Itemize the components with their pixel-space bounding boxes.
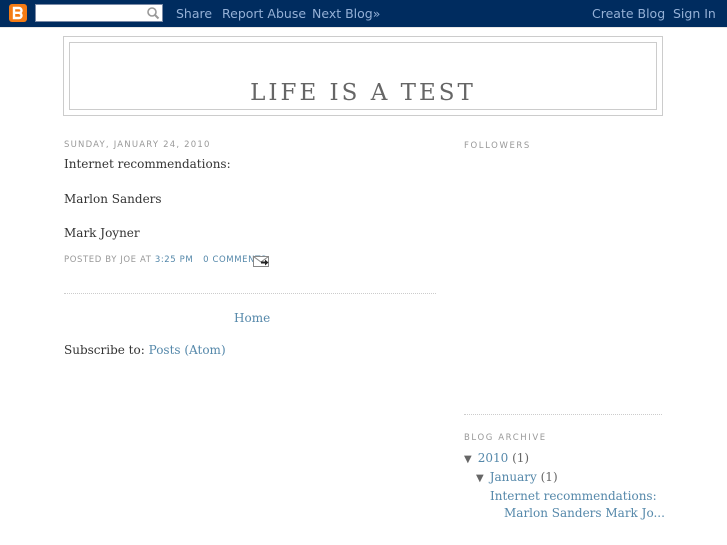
- create-blog-link[interactable]: Create Blog: [592, 6, 665, 21]
- collapse-toggle-icon[interactable]: ▼: [464, 454, 472, 465]
- blog-title[interactable]: LIFE IS A TEST: [70, 80, 656, 106]
- post-body-line: Marlon Sanders: [64, 192, 162, 206]
- email-post-icon[interactable]: [252, 254, 270, 268]
- post-author-label: Posted by Joe at: [64, 255, 152, 265]
- post-body-line: Internet recommendations:: [64, 157, 231, 171]
- archive-year-count: (1): [512, 451, 530, 465]
- subscribe-label: Subscribe to:: [64, 343, 145, 357]
- search-input[interactable]: [36, 8, 146, 25]
- blog-archive-title: Blog Archive: [464, 433, 547, 443]
- report-abuse-link[interactable]: Report Abuse: [222, 6, 306, 21]
- post-date: Sunday, January 24, 2010: [64, 140, 211, 150]
- search-icon[interactable]: [146, 6, 160, 20]
- post-body-line: Mark Joyner: [64, 226, 140, 240]
- blog-header: LIFE IS A TEST: [63, 36, 663, 116]
- archive-month-link[interactable]: January: [490, 470, 537, 484]
- archive-post-title-line2: Marlon Sanders Mark Jo...: [504, 506, 665, 520]
- next-blog-link[interactable]: Next Blog»: [312, 6, 380, 21]
- archive-post-title-line1: Internet recommendations:: [490, 489, 657, 503]
- archive-month-row: ▼ January (1): [476, 470, 558, 484]
- posts-atom-link[interactable]: Posts (Atom): [149, 343, 226, 357]
- post-separator: [64, 293, 436, 294]
- subscribe-section: Subscribe to: Posts (Atom): [64, 343, 226, 357]
- post-footer: Posted by Joe at 3:25 PM 0 Comments: [64, 255, 267, 265]
- blogger-navbar: Share Report Abuse Next Blog» Create Blo…: [0, 0, 727, 28]
- blog-header-inner: LIFE IS A TEST: [69, 42, 657, 110]
- archive-year-row: ▼ 2010 (1): [464, 451, 529, 465]
- post-timestamp-link[interactable]: 3:25 PM: [155, 255, 193, 265]
- share-link[interactable]: Share: [176, 6, 212, 21]
- sign-in-link[interactable]: Sign In: [673, 6, 716, 21]
- archive-month-count: (1): [540, 470, 558, 484]
- archive-post-link[interactable]: Internet recommendations: Marlon Sanders…: [490, 488, 665, 522]
- archive-year-link[interactable]: 2010: [478, 451, 509, 465]
- home-link[interactable]: Home: [234, 311, 270, 325]
- collapse-toggle-icon[interactable]: ▼: [476, 473, 484, 484]
- search-box: [35, 4, 163, 25]
- followers-title: Followers: [464, 141, 531, 151]
- sidebar-separator: [464, 414, 662, 415]
- blogger-logo-icon[interactable]: [9, 4, 27, 22]
